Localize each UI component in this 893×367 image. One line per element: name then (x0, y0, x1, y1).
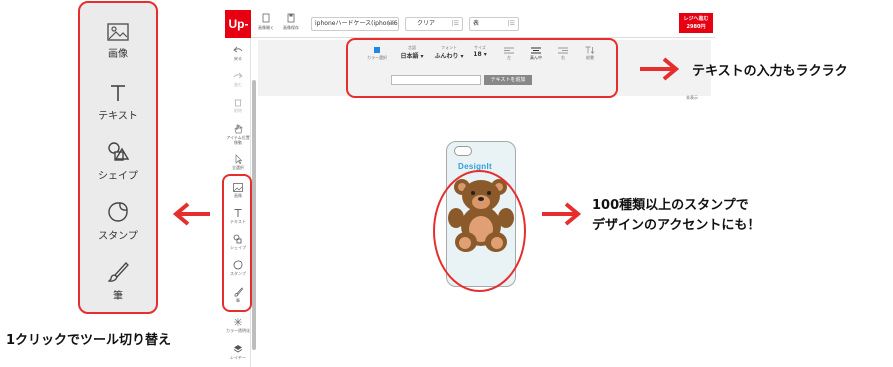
transparency-icon (234, 318, 242, 326)
sidebar-label: 進む (234, 82, 242, 87)
app-logo[interactable]: Up-T (225, 10, 251, 59)
image-icon (107, 23, 129, 41)
zoom-tool-label: 画像 (108, 49, 128, 60)
brush-icon (107, 262, 129, 282)
side-select-value: 表 (473, 20, 480, 27)
sidebar-item-transparency[interactable]: カラー透明化 (225, 317, 251, 333)
camera-hole (454, 146, 472, 156)
checkout-button[interactable]: レジへ進む 2980円 (679, 13, 713, 33)
sidebar-item-layers[interactable]: レイヤー (225, 344, 251, 360)
select-caret-icon: |☰ (507, 20, 515, 27)
tool-panel-zoom: 画像 テキスト シェイプ スタンプ 筆 (78, 1, 158, 314)
sidebar-item-delete[interactable]: 削除 (225, 98, 251, 113)
stamp-highlight-circle (433, 170, 526, 292)
toolbar-highlight-frame (346, 38, 618, 98)
cursor-icon (235, 154, 243, 164)
open-image-label: 画像開く (258, 25, 274, 30)
zoom-tool-label: テキスト (98, 111, 138, 122)
color-select[interactable]: クリア |☰ (405, 17, 463, 31)
sidebar-item-redo[interactable]: 進む (225, 72, 251, 87)
sidebar-item-select-all[interactable]: 全選択 (225, 154, 251, 170)
checkout-label: レジへ進む (683, 16, 709, 22)
product-select[interactable]: iphoneハードケース(iphone6 |☰ (311, 17, 399, 31)
arrow-left-icon (172, 202, 210, 226)
stamp-callout: 100種類以上のスタンプで デザインのアクセントにも！ (592, 196, 760, 236)
text-icon (111, 85, 125, 101)
zoom-tool-image[interactable]: 画像 (80, 23, 156, 60)
save-image-button[interactable]: 画像保存 (281, 13, 301, 31)
zoom-tool-text[interactable]: テキスト (80, 83, 156, 122)
sidebar-label: 削除 (234, 108, 242, 113)
sidebar-label: アイテム位置移動 (226, 135, 250, 145)
sidebar-label: レイヤー (230, 355, 246, 360)
sidebar-scrollbar[interactable] (252, 80, 256, 350)
document-icon (262, 13, 270, 23)
stamp-callout-line2: デザインのアクセントにも！ (592, 218, 761, 233)
sidebar-label: 戻る (234, 56, 242, 61)
sidebar-label: 全選択 (232, 165, 244, 170)
sidebar-item-move[interactable]: アイテム位置移動 (225, 124, 251, 145)
checkout-price: 2980円 (686, 24, 706, 30)
sidebar-item-undo[interactable]: 戻る (225, 46, 251, 61)
stamp-icon (108, 202, 128, 222)
toolbar-callout: テキストの入力もラクラク (692, 64, 848, 79)
undo-icon (233, 46, 243, 53)
sidebar-label: カラー透明化 (226, 328, 250, 333)
zoom-tool-label: スタンプ (98, 231, 138, 242)
stamp-callout-line1: 100種類以上のスタンプで (592, 198, 749, 213)
side-select[interactable]: 表 |☰ (469, 17, 519, 31)
product-select-value: iphoneハードケース(iphone6 (315, 20, 398, 27)
zoom-tool-shape[interactable]: シェイプ (80, 141, 156, 182)
open-image-button[interactable]: 画像開く (256, 13, 276, 31)
hide-toolbar-link[interactable]: 非表示 (686, 95, 698, 101)
arrow-right-icon (640, 57, 680, 81)
zoom-tool-label: シェイプ (98, 171, 138, 182)
color-select-value: クリア (417, 20, 436, 27)
trash-icon (234, 99, 242, 107)
zoom-tool-stamp[interactable]: スタンプ (80, 201, 156, 242)
zoom-tool-label: 筆 (113, 291, 123, 302)
save-icon (287, 13, 295, 23)
hand-icon (234, 124, 243, 134)
tool-switch-caption: 1クリックでツール切り替え (6, 333, 172, 348)
sidebar-highlight-frame (222, 174, 252, 312)
arrow-right-icon (542, 202, 582, 226)
app-header: Up-T 画像開く 画像保存 iphoneハードケース(iphone6|☰ クリ… (225, 10, 715, 59)
layers-icon (233, 345, 243, 353)
redo-icon (233, 72, 243, 79)
save-image-label: 画像保存 (283, 25, 299, 30)
select-caret-icon: |☰ (387, 20, 395, 27)
zoom-tool-brush[interactable]: 筆 (80, 261, 156, 302)
shape-icon (108, 142, 129, 161)
select-caret-icon: |☰ (451, 20, 459, 27)
